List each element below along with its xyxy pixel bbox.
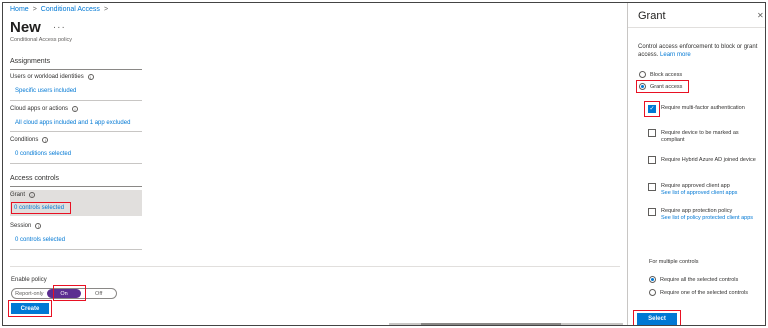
block-access-radio[interactable]: [639, 71, 646, 78]
highlight-box: [636, 80, 689, 93]
require-one-radio[interactable]: [649, 289, 656, 296]
app-protection-text: Require app protection policy: [661, 208, 733, 214]
require-one-label: Require one of the selected controls: [660, 290, 749, 296]
toggle-off[interactable]: Off: [81, 289, 116, 298]
footer-divider: [10, 266, 620, 267]
compliant-device-checkbox[interactable]: [648, 129, 656, 137]
divider: [10, 163, 142, 164]
info-icon[interactable]: i: [87, 74, 94, 80]
protected-apps-list-link[interactable]: See list of policy protected client apps: [661, 215, 761, 222]
divider: [628, 27, 765, 28]
block-access-label: Block access: [650, 72, 683, 78]
toggle-report-only[interactable]: Report-only: [12, 289, 47, 298]
multiple-controls-heading: For multiple controls: [649, 259, 699, 265]
page-title: New: [10, 19, 41, 36]
learn-more-link[interactable]: Learn more: [660, 52, 691, 58]
chevron-right-icon: >: [32, 6, 37, 13]
title-row: New ···: [10, 19, 66, 36]
grant-label-text: Grant: [10, 192, 26, 198]
session-label-text: Session: [10, 223, 32, 229]
grant-panel-title: Grant: [638, 10, 666, 22]
session-label: Session i: [10, 223, 42, 229]
highlight-box: [11, 202, 71, 214]
highlight-box: [53, 285, 86, 301]
description-text: Control access enforcement to block or g…: [638, 44, 758, 58]
users-value-link[interactable]: Specific users included: [15, 88, 76, 94]
require-all-radio[interactable]: [649, 276, 656, 283]
users-label-text: Users or workload identities: [10, 74, 84, 80]
grant-panel-description: Control access enforcement to block or g…: [638, 43, 763, 59]
more-options-icon[interactable]: ···: [53, 22, 66, 33]
approved-app-checkbox[interactable]: [648, 183, 656, 191]
divider: [10, 100, 142, 101]
page-subtitle: Conditional Access policy: [10, 37, 73, 43]
mfa-control-label: Require multi-factor authentication: [661, 105, 745, 111]
scrollbar-thumb[interactable]: [421, 323, 561, 325]
apps-label: Cloud apps or actions i: [10, 106, 79, 112]
divider: [10, 69, 142, 70]
hybrid-joined-checkbox[interactable]: [648, 156, 656, 164]
highlight-box: [633, 310, 681, 325]
conditions-label-text: Conditions: [10, 137, 39, 143]
compliant-device-label: Require device to be marked as compliant: [661, 130, 739, 143]
breadcrumb-home-link[interactable]: Home: [10, 6, 29, 13]
session-value-link[interactable]: 0 controls selected: [15, 237, 65, 243]
breadcrumb: Home > Conditional Access >: [10, 6, 108, 13]
approved-app-text: Require approved client app: [661, 183, 730, 189]
conditions-value-link[interactable]: 0 conditions selected: [15, 151, 71, 157]
conditions-label: Conditions i: [10, 137, 49, 143]
divider: [10, 131, 142, 132]
app-window: Home > Conditional Access > New ··· Cond…: [2, 2, 766, 326]
info-icon[interactable]: i: [29, 192, 36, 198]
divider: [10, 186, 142, 187]
approved-app-label: Require approved client app See list of …: [661, 183, 761, 197]
require-all-label: Require all the selected controls: [660, 277, 739, 283]
approved-apps-list-link[interactable]: See list of approved client apps: [661, 190, 761, 197]
highlight-box: [8, 300, 52, 317]
breadcrumb-conditional-access-link[interactable]: Conditional Access: [41, 6, 100, 13]
apps-label-text: Cloud apps or actions: [10, 106, 69, 112]
access-controls-heading: Access controls: [10, 175, 60, 182]
enable-policy-label: Enable policy: [11, 277, 47, 283]
hybrid-joined-label: Require Hybrid Azure AD joined device: [661, 157, 756, 163]
highlight-box: [644, 101, 660, 117]
app-protection-checkbox[interactable]: [648, 208, 656, 216]
close-icon[interactable]: ✕: [757, 11, 764, 20]
info-icon[interactable]: i: [42, 137, 49, 143]
apps-value-link[interactable]: All cloud apps included and 1 app exclud…: [15, 120, 130, 126]
info-icon[interactable]: i: [72, 106, 79, 112]
info-icon[interactable]: i: [35, 223, 42, 229]
assignments-heading: Assignments: [10, 58, 51, 65]
panel-divider: [627, 3, 628, 325]
app-protection-label: Require app protection policy See list o…: [661, 208, 761, 222]
chevron-right-icon: >: [103, 6, 109, 13]
divider: [10, 249, 142, 250]
users-label: Users or workload identities i: [10, 74, 94, 80]
grant-label: Grant i: [10, 192, 36, 198]
